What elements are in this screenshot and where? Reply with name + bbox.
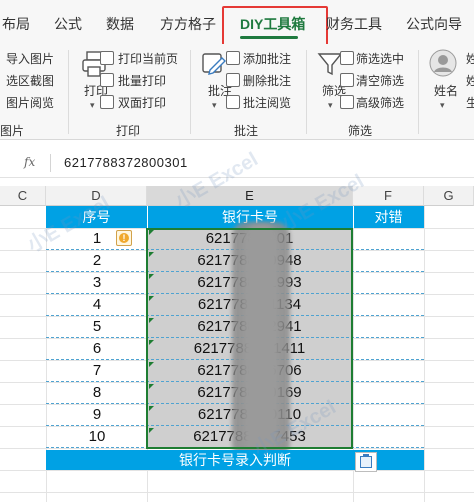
clipboard-clip [363, 454, 369, 457]
delete-comment-button[interactable]: 删除批注 [243, 72, 291, 89]
row-index-cell[interactable]: 10 [46, 426, 148, 448]
group-label-images: 图片 [0, 124, 25, 138]
column-header-e[interactable]: E [147, 186, 353, 206]
tab-finance-tools[interactable]: 财务工具 [326, 14, 382, 34]
import-image-button[interactable]: 导入图片 [6, 50, 54, 67]
tab-formulas[interactable]: 公式 [54, 14, 82, 34]
column-header-g[interactable]: G [424, 186, 474, 206]
row-index-cell[interactable]: 2 [46, 250, 148, 272]
formula-bar: fx 6217788372800301 [0, 148, 474, 178]
tab-fangfang[interactable]: 方方格子 [160, 14, 216, 34]
add-comment-icon [226, 51, 240, 65]
ribbon-separator [68, 50, 69, 134]
ribbon-separator [418, 50, 419, 134]
advanced-filter-icon [340, 95, 354, 109]
ribbon-separator [306, 50, 307, 134]
duplex-print-icon [100, 95, 114, 109]
error-warning-icon[interactable]: ! [116, 230, 132, 246]
clipboard-icon [360, 456, 372, 468]
batch-print-icon [100, 73, 114, 87]
grid-line [0, 492, 474, 493]
column-header-f[interactable]: F [353, 186, 424, 206]
tab-layout[interactable]: 布局 [2, 14, 30, 34]
exclamation-icon: ! [119, 233, 129, 243]
header-correct[interactable]: 对错 [353, 206, 424, 228]
row-index-cell[interactable]: 5 [46, 316, 148, 338]
name-item-2[interactable]: 姓 [466, 72, 474, 89]
chevron-down-icon[interactable]: ▾ [440, 100, 445, 111]
formula-input[interactable]: 6217788372800301 [64, 155, 188, 170]
tab-highlight-box [222, 6, 328, 46]
selection-range[interactable] [146, 228, 353, 449]
duplex-print-button[interactable]: 双面打印 [118, 94, 166, 111]
print-page-icon [100, 51, 114, 65]
row-index-cell[interactable]: 4 [46, 294, 148, 316]
name-button[interactable]: 姓名 [434, 82, 458, 99]
chevron-down-icon[interactable]: ▾ [212, 100, 217, 111]
advanced-filter-button[interactable]: 高级筛选 [356, 94, 404, 111]
name-item-3[interactable]: 生 [466, 94, 474, 111]
spreadsheet-window: 布局 公式 数据 方方格子 DIY工具箱 财务工具 公式向导 导入图片 选区截图… [0, 0, 474, 502]
group-label-filter: 筛选 [348, 124, 373, 138]
row-index-cell[interactable]: 8 [46, 382, 148, 404]
ribbon-tab-bar: 布局 公式 数据 方方格子 DIY工具箱 财务工具 公式向导 [0, 0, 474, 46]
row-index-cell[interactable]: 1 [46, 228, 148, 250]
row-index-cell[interactable]: 9 [46, 404, 148, 426]
chevron-down-icon[interactable]: ▾ [328, 100, 333, 111]
comment-preview-button[interactable]: 批注阅览 [243, 94, 291, 111]
grid-line [0, 470, 474, 471]
print-current-page-button[interactable]: 打印当前页 [118, 50, 178, 67]
header-divider [147, 206, 148, 228]
column-header-c[interactable]: C [0, 186, 46, 206]
filter-selected-icon [340, 51, 354, 65]
delete-comment-icon [226, 73, 240, 87]
function-icon[interactable]: fx [24, 155, 35, 169]
formula-divider [50, 154, 51, 172]
ribbon-separator [190, 50, 191, 134]
row-index-cell[interactable]: 3 [46, 272, 148, 294]
row-index-cell[interactable]: 6 [46, 338, 148, 360]
group-label-print: 打印 [116, 124, 141, 138]
header-index[interactable]: 序号 [46, 206, 147, 228]
group-label-comment: 批注 [234, 124, 259, 138]
paste-options-icon[interactable] [355, 452, 377, 472]
batch-print-button[interactable]: 批量打印 [118, 72, 166, 89]
chevron-down-icon[interactable]: ▾ [90, 100, 95, 111]
tab-data[interactable]: 数据 [106, 14, 134, 34]
person-icon [429, 49, 457, 77]
row-index-cell[interactable]: 7 [46, 360, 148, 382]
header-divider [353, 206, 354, 228]
ribbon-panel: 导入图片 选区截图 图片阅览 图片 打印 ▾ 打印当前页 批量打印 双面打印 打… [0, 44, 474, 140]
name-item-1[interactable]: 姓 [466, 50, 474, 67]
comment-edit-icon [202, 53, 226, 75]
clear-filter-icon [340, 73, 354, 87]
clear-filter-button[interactable]: 清空筛选 [356, 72, 404, 89]
filter-selected-button[interactable]: 筛选选中 [356, 50, 404, 67]
comment-preview-icon [226, 95, 240, 109]
column-header-d[interactable]: D [46, 186, 147, 206]
range-screenshot-button[interactable]: 选区截图 [6, 72, 54, 89]
tab-formula-wizard[interactable]: 公式向导 [406, 14, 462, 34]
image-preview-button[interactable]: 图片阅览 [6, 94, 54, 111]
add-comment-button[interactable]: 添加批注 [243, 50, 291, 67]
